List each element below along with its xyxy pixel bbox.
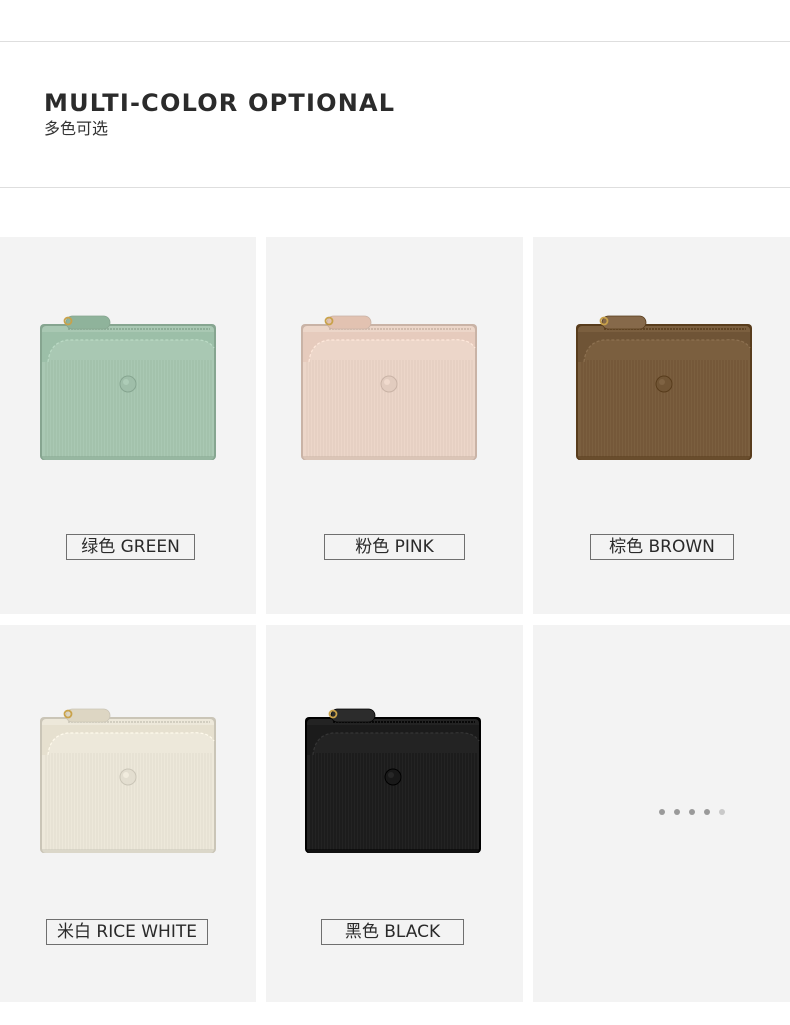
- carousel-dots: [659, 809, 729, 817]
- color-label-rice-white: 米白 RICE WHITE: [46, 919, 208, 945]
- placeholder-tile: [533, 625, 790, 1002]
- section-subtitle: 多色可选: [44, 119, 109, 138]
- wallet-image-pink: [299, 312, 479, 462]
- wallet-image-brown: [574, 312, 754, 462]
- wallet-image-green: [38, 312, 218, 462]
- carousel-dot: [659, 809, 665, 815]
- product-tile-rice-white[interactable]: 米白 RICE WHITE: [0, 625, 256, 1002]
- wallet-image-rice-white: [38, 705, 218, 855]
- color-label-brown: 棕色 BROWN: [590, 534, 734, 560]
- top-divider: [0, 41, 790, 42]
- product-tile-green[interactable]: 绿色 GREEN: [0, 237, 256, 614]
- color-label-pink: 粉色 PINK: [324, 534, 465, 560]
- wallet-image-black: [303, 705, 483, 855]
- carousel-dot: [719, 809, 725, 815]
- color-label-black: 黑色 BLACK: [321, 919, 464, 945]
- product-tile-brown[interactable]: 棕色 BROWN: [533, 237, 790, 614]
- color-label-green: 绿色 GREEN: [66, 534, 195, 560]
- carousel-dot: [689, 809, 695, 815]
- section-title: MULTI-COLOR OPTIONAL: [44, 89, 396, 117]
- carousel-dot: [674, 809, 680, 815]
- bottom-divider: [0, 187, 790, 188]
- carousel-dot: [704, 809, 710, 815]
- product-tile-pink[interactable]: 粉色 PINK: [266, 237, 523, 614]
- product-tile-black[interactable]: 黑色 BLACK: [266, 625, 523, 1002]
